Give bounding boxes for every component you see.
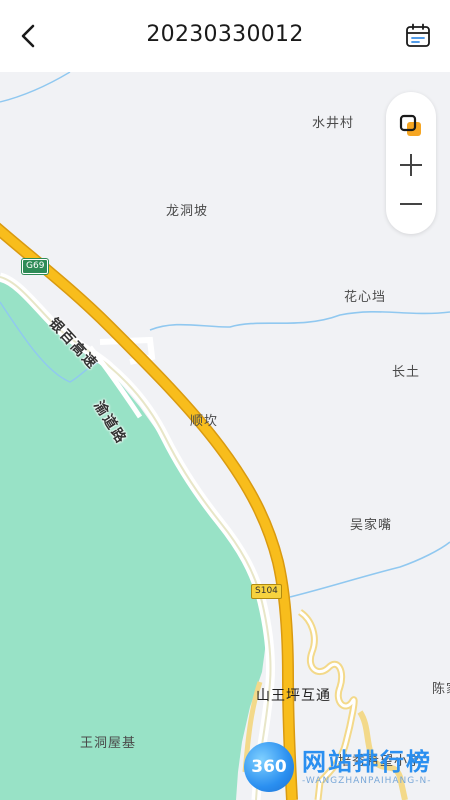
place-label: 顺坎 <box>190 414 219 429</box>
page-title: 20230330012 <box>146 22 304 47</box>
layers-icon <box>399 114 421 136</box>
watermark-title: 网站排行榜 <box>302 748 432 776</box>
place-label: 陈家 <box>432 682 450 697</box>
g69-shield: G69 <box>22 259 49 274</box>
plus-icon <box>400 154 422 176</box>
place-label: 花心垱 <box>344 290 387 305</box>
map-controls <box>386 92 436 234</box>
place-label: 水井村 <box>312 116 355 131</box>
place-label: 龙洞坡 <box>166 204 209 219</box>
place-label: 长土 <box>392 365 421 380</box>
zoom-in-button[interactable] <box>386 145 436 185</box>
zoom-out-button[interactable] <box>386 184 436 224</box>
s104-shield: S104 <box>251 584 282 599</box>
map-view[interactable]: 水井村 龙洞坡 花心垱 长土 顺坎 吴家嘴 山王坪互通 王洞屋基 陈家 培秀希望… <box>0 72 450 800</box>
calendar-button[interactable] <box>400 18 436 54</box>
minus-icon <box>400 203 422 205</box>
place-label: 王洞屋基 <box>80 736 137 751</box>
map-base-layer <box>0 72 450 800</box>
watermark-logo: 360 <box>244 742 294 792</box>
top-bar: 20230330012 <box>0 0 450 72</box>
calendar-icon <box>406 23 430 47</box>
place-label: 山王坪互通 <box>256 688 331 704</box>
watermark-subtitle: -WANGZHANPAIHANG-N- <box>302 776 432 786</box>
layers-button[interactable] <box>386 106 436 146</box>
watermark: 360 网站排行榜 -WANGZHANPAIHANG-N- <box>244 740 450 800</box>
place-label: 吴家嘴 <box>350 518 393 533</box>
